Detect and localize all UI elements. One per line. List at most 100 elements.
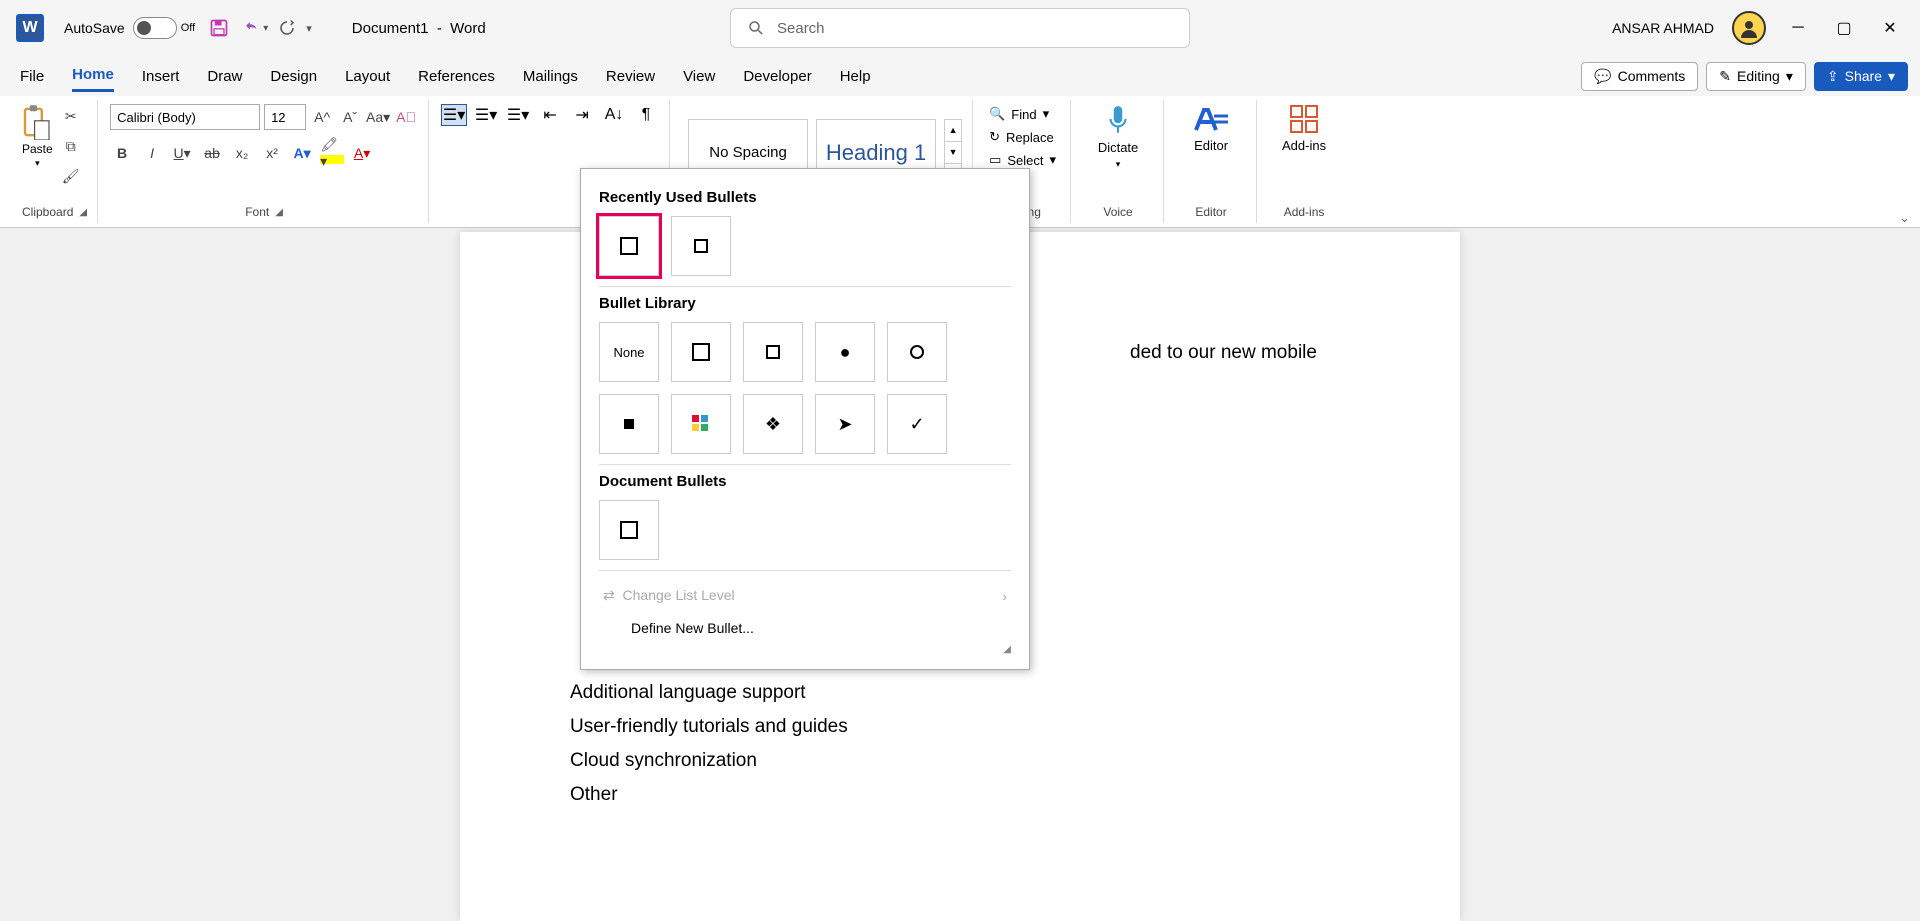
bullet-lib-diamond[interactable]: ❖ <box>743 394 803 454</box>
font-size-select[interactable] <box>264 104 306 130</box>
voice-label: Voice <box>1103 205 1132 219</box>
italic-button[interactable]: I <box>140 142 164 164</box>
underline-button[interactable]: U▾ <box>170 142 194 164</box>
bullet-lib-square[interactable] <box>671 322 731 382</box>
bullet-lib-circle[interactable] <box>887 322 947 382</box>
clipboard-launcher[interactable]: ◢ <box>79 207 87 218</box>
tab-developer[interactable]: Developer <box>743 62 811 91</box>
user-name[interactable]: ANSAR AHMAD <box>1612 20 1714 36</box>
highlight-button[interactable]: 🖍▾ <box>320 142 344 164</box>
comments-button[interactable]: 💬 Comments <box>1581 62 1698 91</box>
title-bar: W AutoSave Off ▾ ▾ Document1 - Word Sear… <box>0 0 1920 56</box>
find-button[interactable]: 🔍 Find ▾ <box>985 104 1060 124</box>
paste-button[interactable]: Paste▾ <box>22 104 53 169</box>
bullet-lib-check[interactable]: ✓ <box>887 394 947 454</box>
change-list-level: ⇄ Change List Level› <box>599 579 1011 612</box>
strikethrough-button[interactable]: ab <box>200 142 224 164</box>
share-button[interactable]: ⇪ Share ▾ <box>1814 62 1908 91</box>
doc-line-2: User-friendly tutorials and guides <box>570 716 1350 738</box>
qat-more[interactable]: ▾ <box>306 22 312 35</box>
font-color-button[interactable]: A▾ <box>350 142 374 164</box>
text-effects-button[interactable]: A▾ <box>290 142 314 164</box>
autosave-state: Off <box>181 22 195 34</box>
tab-layout[interactable]: Layout <box>345 62 390 91</box>
numbering-button[interactable]: ☰▾ <box>473 104 499 126</box>
bullet-library-header: Bullet Library <box>599 295 1011 312</box>
autosave-label: AutoSave <box>64 20 125 36</box>
select-button[interactable]: ▭ Select ▾ <box>985 150 1060 170</box>
group-clipboard: Paste▾ ✂ ⧉ 🖌 Clipboard ◢ <box>12 100 98 223</box>
bullet-recent-square-2[interactable] <box>671 216 731 276</box>
save-icon[interactable] <box>209 18 229 38</box>
copy-button[interactable]: ⧉ <box>59 134 83 158</box>
doc-text-partial: ded to our new mobile <box>1130 342 1317 364</box>
minimize-button[interactable]: ─ <box>1784 14 1812 42</box>
bullet-lib-filled-square[interactable] <box>599 394 659 454</box>
tab-file[interactable]: File <box>20 62 44 91</box>
font-launcher[interactable]: ◢ <box>275 207 283 218</box>
document-title: Document1 - Word <box>352 20 486 37</box>
bullet-lib-square-small[interactable] <box>743 322 803 382</box>
editor-label: Editor <box>1195 205 1226 219</box>
user-avatar[interactable] <box>1732 11 1766 45</box>
word-icon: W <box>16 14 44 42</box>
search-placeholder: Search <box>777 20 825 37</box>
bullet-recent-square-1[interactable] <box>599 216 659 276</box>
autosave-toggle[interactable] <box>133 17 177 39</box>
tab-help[interactable]: Help <box>840 62 871 91</box>
maximize-button[interactable]: ▢ <box>1830 14 1858 42</box>
doc-line-3: Cloud synchronization <box>570 750 1350 772</box>
font-name-select[interactable] <box>110 104 260 130</box>
tab-references[interactable]: References <box>418 62 495 91</box>
addins-label: Add-ins <box>1284 205 1325 219</box>
multilevel-button[interactable]: ☰▾ <box>505 104 531 126</box>
replace-button[interactable]: ↻ Replace <box>985 127 1060 147</box>
tab-mailings[interactable]: Mailings <box>523 62 578 91</box>
tab-view[interactable]: View <box>683 62 715 91</box>
dictate-button[interactable]: Dictate▾ <box>1083 104 1153 170</box>
tab-review[interactable]: Review <box>606 62 655 91</box>
bullet-lib-4color[interactable] <box>671 394 731 454</box>
group-addins: Add-ins Add-ins <box>1259 100 1349 223</box>
ribbon-tabs: File Home Insert Draw Design Layout Refe… <box>0 56 1920 96</box>
sort-button[interactable]: A↓ <box>601 104 627 126</box>
editor-button[interactable]: Editor <box>1176 104 1246 153</box>
search-icon <box>747 19 765 37</box>
tab-draw[interactable]: Draw <box>207 62 242 91</box>
search-input[interactable]: Search <box>730 8 1190 48</box>
tab-insert[interactable]: Insert <box>142 62 180 91</box>
increase-indent-button[interactable]: ⇥ <box>569 104 595 126</box>
subscript-button[interactable]: x₂ <box>230 142 254 164</box>
clipboard-label: Clipboard <box>22 205 73 219</box>
undo-button[interactable]: ▾ <box>243 19 268 37</box>
recent-bullets-header: Recently Used Bullets <box>599 189 1011 206</box>
redo-button[interactable] <box>278 19 296 37</box>
group-font: A^ Aˇ Aa▾ A⃠ B I U▾ ab x₂ x² A▾ 🖍▾ A▾ Fo… <box>100 100 429 223</box>
format-painter-button[interactable]: 🖌 <box>59 164 83 188</box>
addins-button[interactable]: Add-ins <box>1269 104 1339 153</box>
bullet-none[interactable]: None <box>599 322 659 382</box>
bullet-doc-square[interactable] <box>599 500 659 560</box>
bold-button[interactable]: B <box>110 142 134 164</box>
decrease-indent-button[interactable]: ⇤ <box>537 104 563 126</box>
superscript-button[interactable]: x² <box>260 142 284 164</box>
mic-icon <box>1105 104 1131 136</box>
collapse-ribbon-button[interactable]: ⌄ <box>1899 210 1910 226</box>
change-case-button[interactable]: Aa▾ <box>366 106 390 128</box>
show-marks-button[interactable]: ¶ <box>633 104 659 126</box>
increase-font-button[interactable]: A^ <box>310 106 334 128</box>
document-bullets-header: Document Bullets <box>599 473 1011 490</box>
editing-mode-button[interactable]: ✎ Editing ▾ <box>1706 62 1806 91</box>
group-voice: Dictate▾ Voice <box>1073 100 1164 223</box>
cut-button[interactable]: ✂ <box>59 104 83 128</box>
doc-line-4: Other <box>570 784 1350 806</box>
tab-design[interactable]: Design <box>270 62 317 91</box>
decrease-font-button[interactable]: Aˇ <box>338 106 362 128</box>
bullet-lib-arrow[interactable]: ➤ <box>815 394 875 454</box>
define-new-bullet[interactable]: Define New Bullet... <box>599 612 1011 644</box>
tab-home[interactable]: Home <box>72 60 114 92</box>
bullet-lib-disc[interactable]: ● <box>815 322 875 382</box>
bullets-button[interactable]: ☰▾ <box>441 104 467 126</box>
clear-formatting-button[interactable]: A⃠ <box>394 106 418 128</box>
close-button[interactable]: ✕ <box>1876 14 1904 42</box>
